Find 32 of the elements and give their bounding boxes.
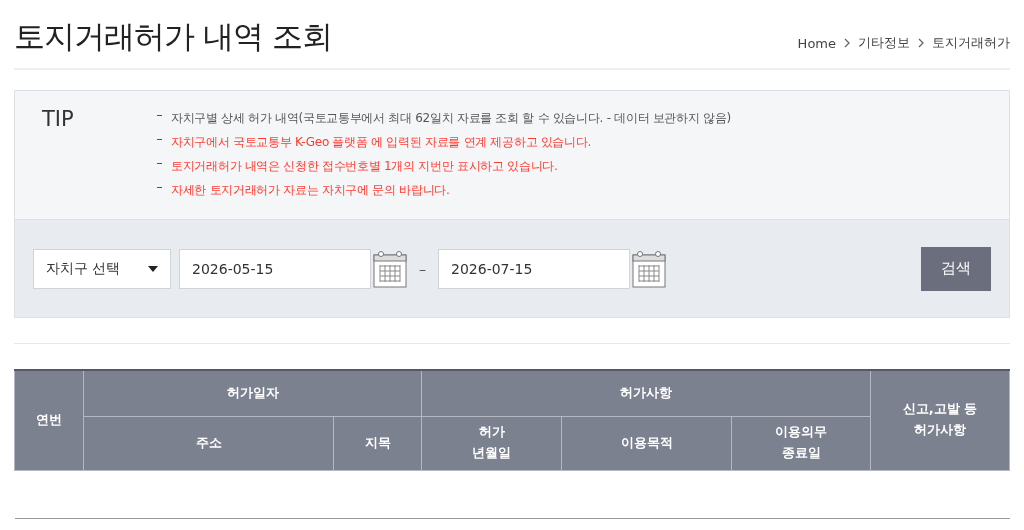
- column-header: 이용목적: [561, 416, 732, 470]
- district-select[interactable]: 자치구 선택: [33, 248, 171, 289]
- date-separator: –: [419, 260, 426, 277]
- column-header: 연번: [14, 370, 84, 470]
- breadcrumb-link[interactable]: Home: [797, 35, 836, 51]
- breadcrumb-link[interactable]: 토지거래허가: [932, 34, 1010, 52]
- column-header: 허가사항: [421, 370, 871, 416]
- chevron-icon: [918, 38, 924, 48]
- column-header: 허가일자: [83, 370, 422, 416]
- page-title: 토지거래허가 내역 조회: [14, 17, 332, 56]
- tip-heading: TIP: [42, 107, 75, 133]
- dash-icon: [157, 115, 162, 116]
- column-header: 이용의무 종료일: [731, 416, 871, 470]
- end-date-field[interactable]: 2026-07-15: [438, 248, 630, 289]
- column-header: 지목: [333, 416, 422, 470]
- caret-icon: [148, 265, 158, 272]
- search-button[interactable]: 검색: [921, 246, 991, 291]
- column-header: 주소: [83, 416, 334, 470]
- dash-icon: [157, 139, 162, 140]
- chevron-icon: [844, 38, 850, 48]
- dash-icon: [157, 187, 162, 188]
- calendar-icon[interactable]: [373, 249, 407, 288]
- tip-text: 자치구별 상세 허가 내역(국토교통부에서 최대 62일치 자료를 조회 할 수 있습니다. - 데이터 보관하지 않음): [157, 110, 731, 127]
- start-date-field[interactable]: 2026-05-15: [179, 248, 371, 289]
- tip-text: 자치구에서 국토교통부 K-Geo 플랫폼 에 입력된 자료를 연계 제공하고 있습니다.: [157, 134, 731, 151]
- column-header: 허가 년월일: [421, 416, 562, 470]
- tip-text: 토지거래허가 내역은 신청한 접수번호별 1개의 지번만 표시하고 있습니다.: [157, 158, 731, 175]
- calendar-icon[interactable]: [632, 249, 666, 288]
- tip-text: 자세한 토지거래허가 자료는 자치구에 문의 바랍니다.: [157, 182, 731, 199]
- breadcrumb-link[interactable]: 기타정보: [858, 34, 910, 52]
- dash-icon: [157, 163, 162, 164]
- column-header: 신고,고발 등 허가사항: [870, 370, 1010, 470]
